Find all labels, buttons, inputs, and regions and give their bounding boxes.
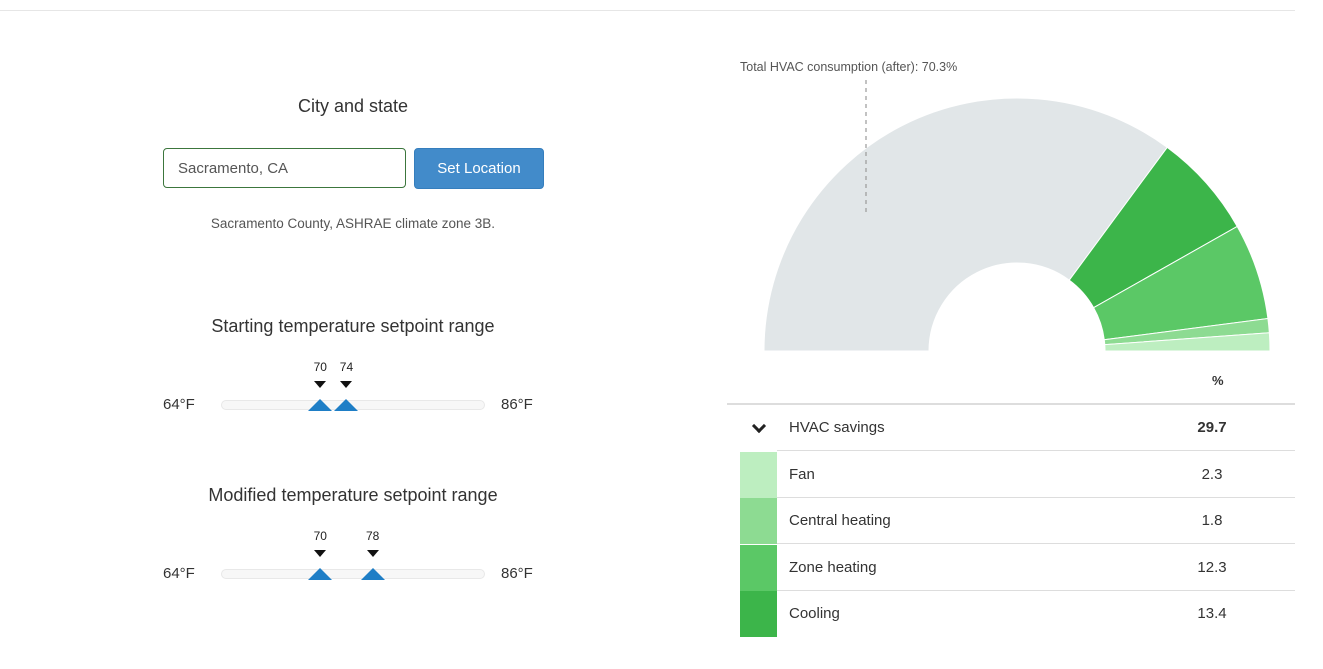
row-label: Central heating	[789, 512, 891, 529]
row-label: Fan	[789, 466, 815, 483]
table-row: Cooling 13.4	[727, 591, 1295, 637]
percent-column-header: %	[1212, 373, 1224, 388]
legend-swatch	[740, 498, 777, 544]
table-row: Fan 2.3	[727, 452, 1295, 498]
row-divider	[777, 450, 1295, 451]
legend-swatch	[740, 452, 777, 498]
row-value: 2.3	[1201, 466, 1223, 483]
row-value: 12.3	[1197, 559, 1227, 576]
row-label: Cooling	[789, 605, 840, 622]
legend-swatch	[740, 545, 777, 591]
row-value: 29.7	[1197, 419, 1227, 436]
row-label: HVAC savings	[789, 419, 885, 436]
row-label: Zone heating	[789, 559, 877, 576]
row-value: 1.8	[1201, 512, 1223, 529]
row-value: 13.4	[1197, 605, 1227, 622]
hvac-savings-row[interactable]: HVAC savings 29.7	[727, 405, 1295, 451]
chevron-down-icon[interactable]	[751, 418, 767, 434]
row-divider	[777, 543, 1295, 544]
legend-swatch	[740, 591, 777, 637]
table-row: Zone heating 12.3	[727, 545, 1295, 591]
table-row: Central heating 1.8	[727, 498, 1295, 544]
